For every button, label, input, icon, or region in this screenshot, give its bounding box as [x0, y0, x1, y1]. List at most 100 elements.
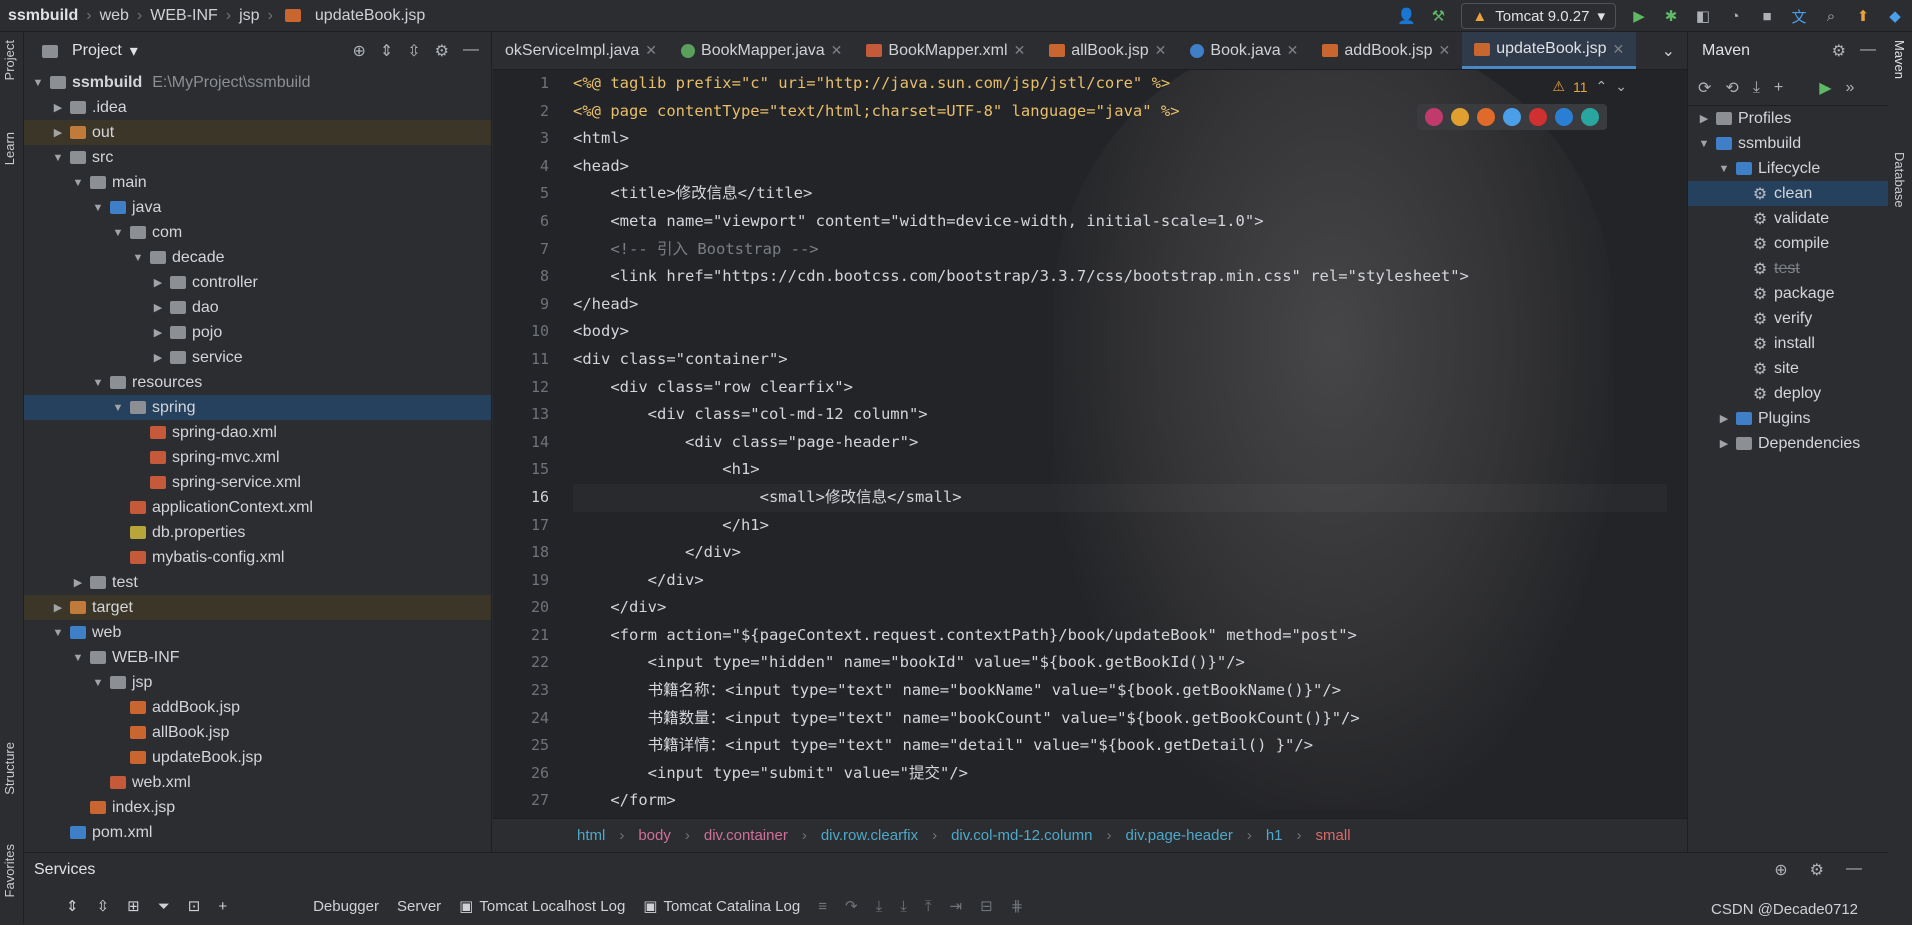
line-number[interactable]: 24	[493, 705, 563, 733]
crumb-h1[interactable]: h1	[1266, 827, 1283, 844]
crumb-page-header[interactable]: div.page-header	[1126, 827, 1233, 844]
run-icon[interactable]: ▶	[1819, 78, 1831, 98]
maven-tool-tab[interactable]: Maven	[1892, 40, 1907, 79]
tree-item[interactable]: ▶ Plugins	[1688, 406, 1888, 431]
safari-icon[interactable]	[1503, 108, 1521, 126]
code-line[interactable]: <link href="https://cdn.bootcss.com/boot…	[573, 263, 1667, 291]
chevron-down-icon[interactable]: ⌄	[1615, 78, 1627, 95]
code-line[interactable]: <h1>	[573, 456, 1667, 484]
tree-item[interactable]: ▼ decade	[24, 245, 491, 270]
chevron-right-icon[interactable]: ▶	[50, 101, 66, 114]
edge-icon[interactable]	[1581, 108, 1599, 126]
crumb-container[interactable]: div.container	[704, 827, 788, 844]
line-number[interactable]: 12	[493, 374, 563, 402]
breadcrumb-web[interactable]: web	[100, 7, 129, 25]
code-line[interactable]: </h1>	[573, 512, 1667, 540]
line-number[interactable]: 27	[493, 787, 563, 815]
update-icon[interactable]: ⬆	[1854, 7, 1872, 25]
filter-icon[interactable]: ⏷	[158, 898, 170, 915]
tree-item[interactable]: ▶ .idea	[24, 95, 491, 120]
firefox-icon[interactable]	[1477, 108, 1495, 126]
chevron-right-icon[interactable]: ▶	[70, 576, 86, 589]
debug-icon[interactable]: ✱	[1662, 7, 1680, 25]
tab-bookmapper-java[interactable]: BookMapper.java ✕	[669, 32, 854, 69]
ie-icon[interactable]	[1555, 108, 1573, 126]
chevron-down-icon[interactable]: ▼	[50, 152, 66, 164]
tree-item[interactable]: ▶ controller	[24, 270, 491, 295]
favorites-tool-tab[interactable]: Favorites	[2, 844, 17, 897]
minimize-icon[interactable]: —	[463, 41, 479, 61]
tree-item[interactable]: spring-service.xml	[24, 470, 491, 495]
code-line[interactable]: <meta name="viewport" content="width=dev…	[573, 208, 1667, 236]
collapse-all-icon[interactable]: ⇳	[407, 41, 420, 61]
code-line[interactable]: 书籍详情：<input type="text" name="detail" va…	[573, 732, 1667, 760]
code-area[interactable]: <%@ taglib prefix="c" uri="http://java.s…	[573, 70, 1667, 815]
line-number[interactable]: 6	[493, 208, 563, 236]
crumb-small[interactable]: small	[1316, 827, 1351, 844]
tree-item[interactable]: spring-mvc.xml	[24, 445, 491, 470]
chevron-down-icon[interactable]: ▼	[70, 652, 86, 664]
chevron-down-icon[interactable]: ▼	[130, 252, 146, 264]
chevron-right-icon[interactable]: ▶	[1696, 112, 1712, 125]
tree-item[interactable]: applicationContext.xml	[24, 495, 491, 520]
tree-item[interactable]: allBook.jsp	[24, 720, 491, 745]
line-number[interactable]: 18	[493, 539, 563, 567]
breadcrumb-webinf[interactable]: WEB-INF	[150, 7, 218, 25]
expand-all-icon[interactable]: ⇕	[66, 897, 79, 915]
tree-item[interactable]: mybatis-config.xml	[24, 545, 491, 570]
tree-item[interactable]: ▼ jsp	[24, 670, 491, 695]
step-out-icon[interactable]: ⤒	[925, 898, 932, 915]
tab-catalina-log[interactable]: ▣ Tomcat Catalina Log	[643, 897, 800, 916]
code-line[interactable]: <div class="col-md-12 column">	[573, 401, 1667, 429]
code-line[interactable]: </div>	[573, 539, 1667, 567]
tree-item[interactable]: ▼ com	[24, 220, 491, 245]
add-icon[interactable]: +	[1774, 79, 1783, 97]
chevron-down-icon[interactable]: ▾	[130, 41, 138, 61]
line-number[interactable]: 13	[493, 401, 563, 429]
code-line[interactable]: <div class="page-header">	[573, 429, 1667, 457]
crumb-html[interactable]: html	[577, 827, 605, 844]
code-line[interactable]: <input type="hidden" name="bookId" value…	[573, 649, 1667, 677]
close-icon[interactable]: ✕	[1438, 42, 1450, 59]
chrome-icon[interactable]	[1451, 108, 1469, 126]
tree-item[interactable]: ▶ out	[24, 120, 491, 145]
maven-panel-title[interactable]: Maven	[1702, 42, 1750, 60]
reload-icon[interactable]: ⟳	[1698, 78, 1711, 98]
chevron-down-icon[interactable]: ▼	[1716, 163, 1732, 175]
tree-item[interactable]: ▼ src	[24, 145, 491, 170]
tree-item[interactable]: ▼ java	[24, 195, 491, 220]
line-number[interactable]: 10	[493, 318, 563, 346]
crumb-row[interactable]: div.row.clearfix	[821, 827, 918, 844]
globe-icon[interactable]: ⊕	[1774, 860, 1787, 880]
gear-icon[interactable]: ⚙	[1810, 860, 1824, 880]
close-icon[interactable]: ✕	[1287, 42, 1299, 59]
close-icon[interactable]: ✕	[1014, 42, 1026, 59]
crumb-body[interactable]: body	[638, 827, 671, 844]
line-number[interactable]: 11	[493, 346, 563, 374]
line-number[interactable]: 25	[493, 732, 563, 760]
gear-icon[interactable]: ⚙	[1832, 41, 1846, 61]
crumb-column[interactable]: div.col-md-12.column	[951, 827, 1092, 844]
line-number[interactable]: 22	[493, 649, 563, 677]
chevron-down-icon[interactable]: ▼	[90, 202, 106, 214]
maven-goal-deploy[interactable]: ⚙ deploy	[1688, 381, 1888, 406]
chevron-right-icon[interactable]: ▶	[50, 126, 66, 139]
code-line[interactable]: <%@ taglib prefix="c" uri="http://java.s…	[573, 70, 1667, 98]
line-number[interactable]: 2	[493, 98, 563, 126]
line-number[interactable]: 15	[493, 456, 563, 484]
line-number[interactable]: 20	[493, 594, 563, 622]
chevron-right-icon[interactable]: ▶	[1716, 412, 1732, 425]
code-line[interactable]: <div class="row clearfix">	[573, 374, 1667, 402]
locate-icon[interactable]: ⊕	[352, 41, 365, 61]
tree-item[interactable]: ▶ dao	[24, 295, 491, 320]
tree-item[interactable]: db.properties	[24, 520, 491, 545]
inspection-widget[interactable]: ⚠ 11 ⌃ ⌄	[1552, 78, 1627, 95]
code-line[interactable]: </div>	[573, 567, 1667, 595]
maven-goal-validate[interactable]: ⚙ validate	[1688, 206, 1888, 231]
reimport-folder-icon[interactable]: ⟲	[1725, 78, 1738, 98]
tab-book-java[interactable]: Book.java ✕	[1178, 32, 1310, 69]
tree-item[interactable]: ▶ target	[24, 595, 491, 620]
chevron-down-icon[interactable]: ▼	[110, 402, 126, 414]
line-number[interactable]: 21	[493, 622, 563, 650]
tree-item[interactable]: ▼ ssmbuild	[1688, 131, 1888, 156]
